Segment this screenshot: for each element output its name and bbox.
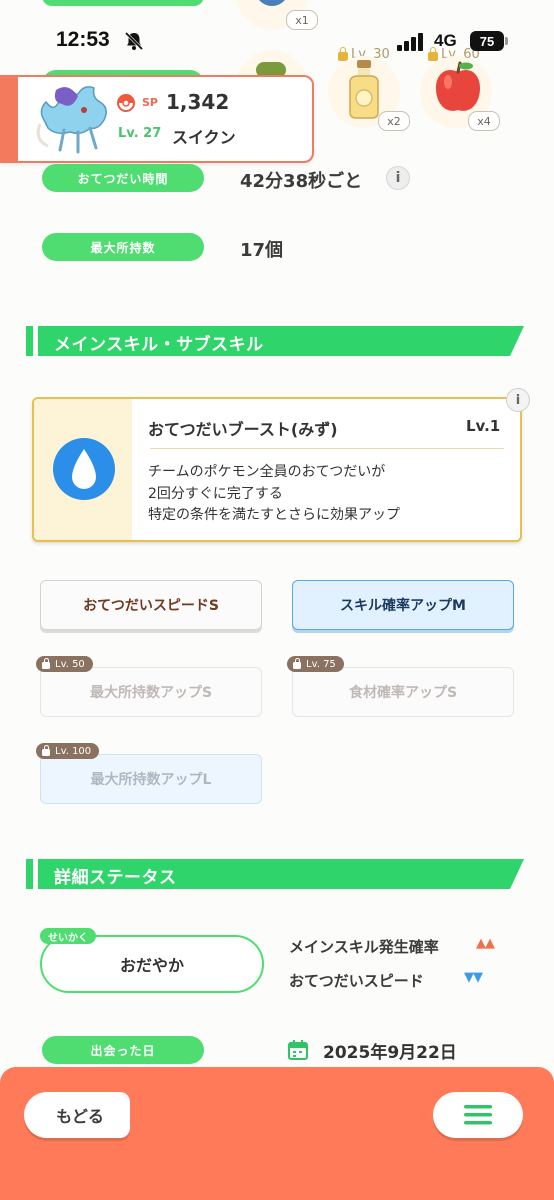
sub-skill-5[interactable]: 最大所持数アップL	[40, 754, 262, 804]
signal-icon	[397, 33, 423, 51]
main-skill-level: Lv.1	[466, 417, 501, 435]
ingredient-3-count: x4	[468, 111, 500, 131]
battery-level: 75	[479, 33, 495, 49]
section-title-skills: メインスキル・サブスキル	[54, 335, 264, 355]
pokemon-sprite	[36, 86, 107, 154]
ingredient-2-count: x2	[378, 111, 410, 131]
sub-skill-3-lock: Lv. 50	[36, 656, 93, 672]
stat-value-help-time: 42分38秒ごと	[240, 171, 363, 192]
calendar-icon	[288, 1040, 308, 1060]
sub-skill-5-lock: Lv. 100	[36, 743, 100, 759]
pokemon-name: スイクン	[172, 128, 236, 147]
skill-divider	[150, 448, 504, 449]
nature-effect-1-label: メインスキル発生確率	[289, 938, 439, 956]
sub-skill-3[interactable]: 最大所持数アップS	[40, 667, 262, 717]
status-time: 12:53	[56, 28, 110, 51]
pokemon-level: Lv. 27	[118, 126, 162, 141]
stat-label-help-time: おてつだい時間	[42, 164, 204, 192]
menu-button[interactable]	[433, 1092, 523, 1138]
lock-icon	[42, 744, 50, 756]
sub-skill-1[interactable]: おてつだいスピードS	[40, 580, 262, 630]
main-skill-desc-2: 2回分すぐに完了する	[148, 486, 283, 502]
back-label: もどる	[56, 1107, 104, 1126]
nature-value: おだやか	[119, 956, 184, 975]
info-icon[interactable]: i	[386, 166, 410, 190]
met-date-value: 2025年9月22日	[323, 1043, 457, 1063]
battery-tip	[505, 37, 508, 45]
menu-icon	[464, 1105, 492, 1125]
sp-value: 1,342	[166, 90, 230, 114]
main-skill-name: おてつだいブースト(みず)	[148, 420, 338, 439]
main-skill-desc-1: チームのポケモン全員のおてつだいが	[148, 464, 386, 480]
stat-value-max-carry: 17個	[240, 240, 284, 261]
sub-skill-2[interactable]: スキル確率アップM	[292, 580, 514, 630]
nature-effect-2-label: おてつだいスピード	[289, 972, 424, 990]
back-button[interactable]: もどる	[24, 1092, 130, 1138]
nature-effect-2-arrows: ▼▼	[464, 970, 483, 985]
battery-icon: 75	[470, 31, 504, 51]
pokeball-icon	[117, 94, 135, 112]
section-title-details: 詳細ステータス	[54, 868, 177, 888]
nature-tag: せいかく	[40, 928, 96, 944]
water-drop-icon	[53, 438, 115, 500]
sub-skill-4-lock: Lv. 75	[287, 656, 344, 672]
bell-mute-icon	[124, 31, 144, 51]
lock-icon	[42, 657, 50, 669]
ingredient-1-count: x1	[286, 10, 318, 30]
section-header-details: 詳細ステータス	[26, 859, 524, 889]
met-date-label: 出会った日	[42, 1036, 204, 1064]
skill-info-icon[interactable]: i	[506, 388, 530, 412]
sp-label: SP	[142, 96, 158, 109]
stat-label-max-carry: 最大所持数	[42, 233, 204, 261]
card-edge	[0, 77, 18, 161]
oil-bottle-icon	[349, 60, 379, 119]
nature-effect-1-arrows: ▲▲	[476, 936, 495, 951]
lock-icon	[293, 657, 301, 669]
header-fragment-pill-1	[42, 0, 204, 6]
section-header-skills: メインスキル・サブスキル	[26, 326, 524, 356]
main-skill-desc-3: 特定の条件を満たすとさらに効果アップ	[148, 507, 400, 523]
apple-icon	[436, 61, 480, 111]
sub-skill-4[interactable]: 食材確率アップS	[292, 667, 514, 717]
network-label: 4G	[434, 31, 457, 50]
